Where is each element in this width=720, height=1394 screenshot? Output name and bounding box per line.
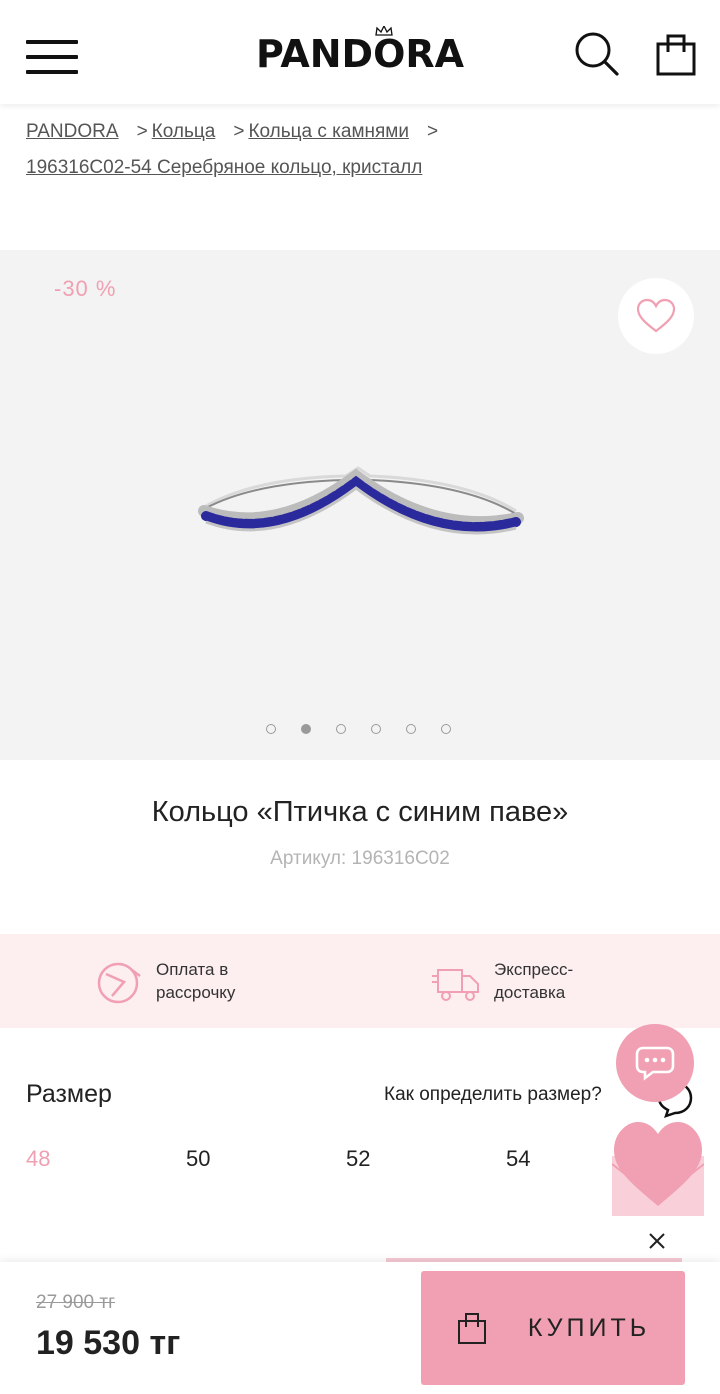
buy-label: КУПИТЬ: [527, 1313, 651, 1342]
installment-text: Оплата в рассрочку: [156, 960, 236, 1002]
logo-text: PANDORA: [255, 32, 465, 76]
delivery-text: Экспресс- доставка: [494, 960, 574, 1002]
carousel-dot[interactable]: [336, 724, 346, 734]
site-header: PANDORA: [0, 0, 720, 104]
size-option-54[interactable]: 54: [506, 1146, 530, 1172]
chevron-right-icon: >: [136, 121, 148, 142]
chevron-right-icon: >: [233, 121, 245, 142]
carousel-dot-active[interactable]: [301, 724, 311, 734]
product-article: Артикул: 196316C02: [270, 848, 450, 869]
old-price: 27 900 тг: [36, 1292, 116, 1313]
installment-icon: [97, 962, 141, 1004]
promo-envelope-icon[interactable]: [612, 1120, 704, 1216]
size-option-52[interactable]: 52: [346, 1146, 370, 1172]
carousel-dot[interactable]: [406, 724, 416, 734]
product-title: Кольцо «Птичка с синим паве»: [151, 796, 569, 828]
purchase-bar: 27 900 тг 19 530 тг КУПИТЬ: [0, 1262, 720, 1394]
buy-button[interactable]: КУПИТЬ: [421, 1271, 685, 1385]
bag-icon: [457, 1313, 486, 1344]
breadcrumb-current[interactable]: 196316C02-54 Серебряное кольцо, кристалл: [26, 157, 422, 178]
truck-icon: [432, 969, 479, 1001]
size-option-50[interactable]: 50: [186, 1146, 210, 1172]
breadcrumb: PANDORA > Кольца > Кольца с камнями > 196316C…: [26, 114, 686, 186]
current-price: 19 530 тг: [36, 1324, 181, 1362]
breadcrumb-rings-stones[interactable]: Кольца с камнями: [248, 121, 409, 142]
product-gallery[interactable]: -30 %: [0, 250, 720, 760]
features-band: Оплата в рассрочку Экспресс- доставка: [0, 934, 720, 1028]
breadcrumb-rings[interactable]: Кольца: [152, 121, 216, 142]
carousel-dots: [266, 724, 451, 736]
close-icon[interactable]: [644, 1228, 670, 1254]
search-icon[interactable]: [572, 30, 620, 78]
chat-button[interactable]: [616, 1024, 694, 1102]
favorite-button[interactable]: [618, 278, 694, 354]
chat-icon: [635, 1046, 675, 1081]
menu-icon[interactable]: [26, 40, 78, 76]
heart-icon: [636, 298, 676, 333]
discount-badge: -30 %: [54, 276, 117, 301]
size-label: Размер: [26, 1080, 112, 1108]
bag-icon[interactable]: [652, 30, 700, 78]
ring-image: [198, 466, 524, 535]
crown-icon: [375, 26, 393, 36]
size-option-48[interactable]: 48: [26, 1146, 50, 1172]
brand-logo[interactable]: PANDORA: [250, 26, 470, 78]
chevron-right-icon: >: [426, 121, 439, 142]
carousel-dot[interactable]: [441, 724, 451, 734]
size-options: 48 50 52 54: [26, 1146, 626, 1176]
carousel-dot[interactable]: [371, 724, 381, 734]
breadcrumb-home[interactable]: PANDORA: [26, 121, 119, 142]
size-help-link[interactable]: Как определить размер?: [384, 1084, 602, 1106]
carousel-dot[interactable]: [266, 724, 276, 734]
